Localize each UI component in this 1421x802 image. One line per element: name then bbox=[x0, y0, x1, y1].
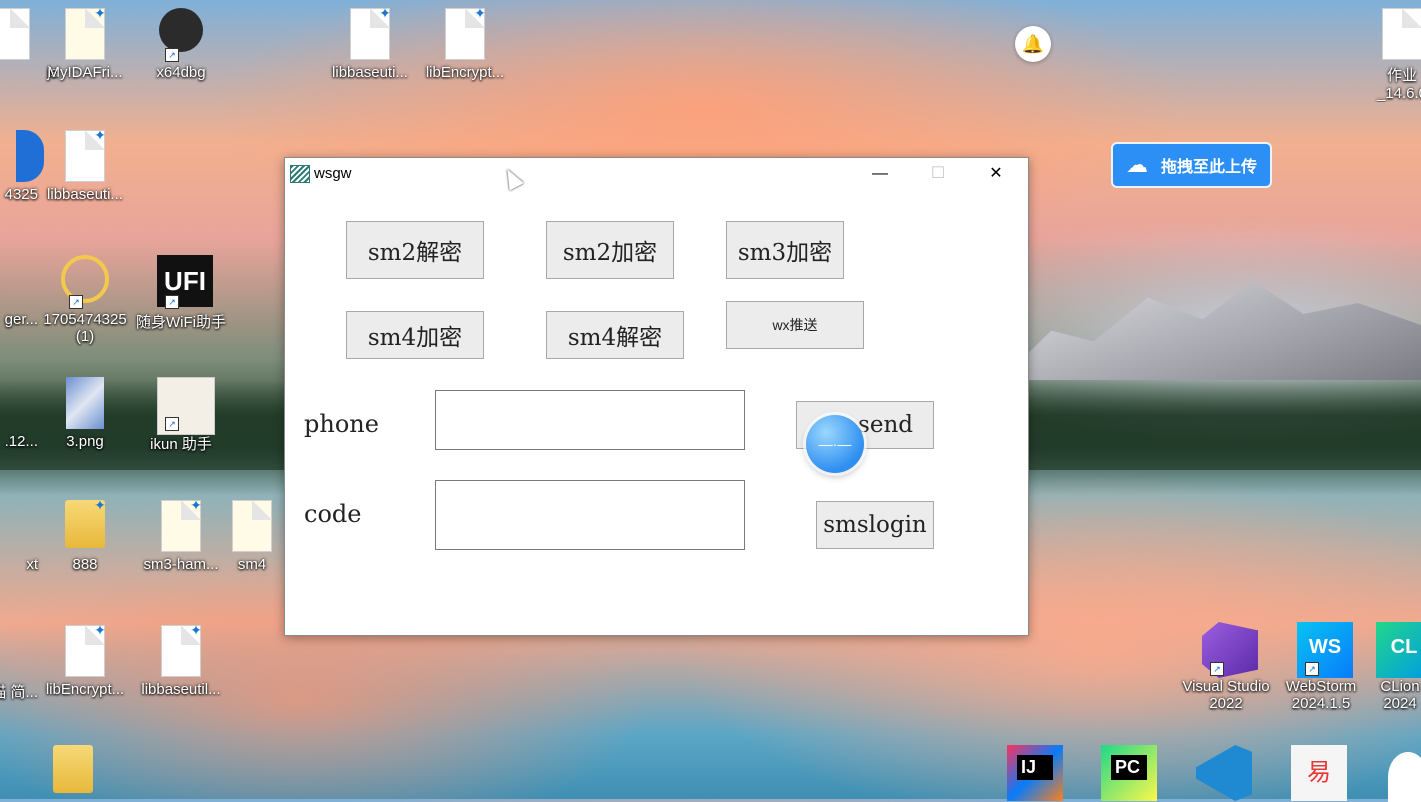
desktop-icon[interactable]: ✦ 888 bbox=[37, 497, 133, 573]
python-file-icon bbox=[228, 500, 276, 552]
yi-language-icon[interactable]: 易 bbox=[1291, 745, 1347, 801]
desktop-icon[interactable]: ✦ MyIDAFri... bbox=[37, 5, 133, 81]
desktop-icon[interactable]: ↗ ikun 助手 bbox=[133, 377, 229, 454]
python-file-icon: ✦ bbox=[61, 5, 109, 60]
file-icon: ✦ bbox=[346, 5, 394, 60]
desktop-icon[interactable]: ✦ libbaseuti... bbox=[37, 127, 133, 203]
code-input[interactable] bbox=[435, 480, 745, 550]
code-label: code bbox=[304, 500, 362, 528]
close-button[interactable]: ✕ bbox=[973, 158, 1019, 189]
navicat-icon: ↗ bbox=[61, 255, 109, 309]
cloud-sync-icon: ✦ bbox=[190, 497, 202, 513]
file-icon: ✦ bbox=[61, 127, 109, 182]
folder-icon: ✦ bbox=[61, 497, 109, 552]
desktop-icon[interactable]: ✦ libEncrypt... bbox=[417, 5, 513, 81]
file-icon bbox=[0, 377, 14, 429]
app-icon[interactable] bbox=[1388, 752, 1421, 802]
image-file-icon bbox=[61, 377, 109, 429]
script-file-icon bbox=[0, 8, 34, 60]
shortcut-arrow-icon: ↗ bbox=[1210, 662, 1224, 676]
desktop-icon[interactable]: UFI ↗ 随身WiFi助手 bbox=[133, 255, 229, 332]
ufi-app-icon: UFI ↗ bbox=[157, 255, 213, 309]
floating-assistant-ball[interactable]: —·— bbox=[806, 415, 864, 473]
webstorm-icon: WS ↗ bbox=[1297, 622, 1353, 678]
clion-icon: CL bbox=[1376, 622, 1421, 678]
file-icon: ✦ bbox=[61, 622, 109, 677]
cloud-sync-icon: ✦ bbox=[190, 622, 202, 638]
desktop-icon[interactable]: .12... bbox=[0, 377, 38, 450]
minimize-button[interactable]: — bbox=[857, 158, 903, 189]
desktop-icon[interactable]: 3.png bbox=[37, 377, 133, 450]
cloud-icon: ☁ bbox=[1126, 152, 1148, 177]
phone-label: phone bbox=[304, 410, 379, 438]
sm2-decrypt-button[interactable]: sm2解密 bbox=[346, 221, 484, 279]
app-window[interactable]: wsgw — ☐ ✕ sm2解密 sm2加密 sm3加密 sm4加密 sm4解密… bbox=[284, 157, 1029, 636]
phone-input[interactable] bbox=[435, 390, 745, 450]
desktop-icon[interactable]: ↗ Visual Studio 2022 bbox=[1178, 622, 1274, 712]
shortcut-arrow-icon: ↗ bbox=[165, 295, 179, 309]
desktop-icon[interactable]: ✦ libEncrypt... bbox=[37, 622, 133, 698]
cloud-sync-icon: ✦ bbox=[94, 5, 106, 21]
shortcut-arrow-icon: ↗ bbox=[1305, 662, 1319, 676]
python-file-icon: ✦ bbox=[157, 497, 205, 552]
visual-studio-icon: ↗ bbox=[1202, 622, 1258, 678]
desktop-icon[interactable]: xt bbox=[0, 500, 38, 573]
upload-drop-widget[interactable]: ☁ 拖拽至此上传 bbox=[1111, 142, 1272, 188]
folder-icon bbox=[49, 745, 97, 797]
pycharm-icon[interactable]: PC bbox=[1101, 745, 1157, 801]
cloud-sync-icon: ✦ bbox=[94, 622, 106, 638]
dash-icon: —·— bbox=[818, 436, 852, 452]
app-icon bbox=[0, 130, 44, 182]
desktop-icon[interactable]: ↗ 1705474325 (1) bbox=[37, 255, 133, 345]
wallpaper-mountain bbox=[1001, 281, 1421, 380]
maximize-button[interactable]: ☐ bbox=[915, 158, 961, 189]
desktop-icon[interactable]: 邪只猫 简... bbox=[0, 625, 38, 702]
desktop-icon[interactable]: ↗ x64dbg bbox=[133, 8, 229, 81]
wx-push-button[interactable]: wx推送 bbox=[726, 301, 864, 349]
file-icon: ✦ bbox=[441, 5, 489, 60]
chicken-app-icon: ↗ bbox=[157, 377, 215, 435]
vscode-icon[interactable] bbox=[1196, 745, 1252, 801]
app-logo-icon bbox=[290, 165, 310, 183]
desktop-icon[interactable]: ✦ libbaseutil... bbox=[133, 622, 229, 698]
cloud-sync-icon: ✦ bbox=[379, 5, 391, 21]
bug-icon: ↗ bbox=[157, 8, 205, 62]
desktop-icon[interactable]: sm4 bbox=[222, 500, 282, 573]
file-icon: ✦ bbox=[157, 622, 205, 677]
desktop-icon[interactable]: 作业 _14.6.0 bbox=[1372, 8, 1421, 102]
desktop-icon[interactable]: ger... bbox=[0, 255, 38, 328]
sm2-encrypt-button[interactable]: sm2加密 bbox=[546, 221, 674, 279]
title-bar[interactable]: wsgw — ☐ ✕ bbox=[285, 158, 1028, 189]
smslogin-button[interactable]: smslogin bbox=[816, 501, 934, 549]
file-icon bbox=[1378, 8, 1421, 60]
shortcut-arrow-icon: ↗ bbox=[165, 417, 179, 431]
sm4-encrypt-button[interactable]: sm4加密 bbox=[346, 311, 484, 359]
desktop-icon[interactable]: ✦ libbaseuti... bbox=[322, 5, 418, 81]
shortcut-arrow-icon: ↗ bbox=[69, 295, 83, 309]
cloud-sync-icon: ✦ bbox=[474, 5, 486, 21]
shortcut-arrow-icon: ↗ bbox=[165, 48, 179, 62]
desktop-icon[interactable]: CL CLion 2024 bbox=[1370, 622, 1421, 712]
desktop-icon[interactable]: ✦ sm3-ham... bbox=[133, 497, 229, 573]
desktop-icon[interactable]: 4325 bbox=[0, 130, 44, 203]
cloud-sync-icon: ✦ bbox=[94, 127, 106, 143]
sm3-encrypt-button[interactable]: sm3加密 bbox=[726, 221, 844, 279]
text-file-icon bbox=[0, 500, 14, 552]
sm4-decrypt-button[interactable]: sm4解密 bbox=[546, 311, 684, 359]
window-title: wsgw bbox=[314, 165, 352, 182]
file-icon bbox=[0, 255, 14, 307]
file-icon bbox=[0, 625, 14, 677]
desktop-icon[interactable] bbox=[25, 745, 121, 801]
cloud-sync-icon: ✦ bbox=[94, 497, 106, 513]
bell-icon[interactable]: 🔔 bbox=[1015, 26, 1051, 62]
intellij-icon[interactable]: IJ bbox=[1007, 745, 1063, 801]
desktop-icon[interactable]: WS ↗ WebStorm 2024.1.5 bbox=[1273, 622, 1369, 712]
